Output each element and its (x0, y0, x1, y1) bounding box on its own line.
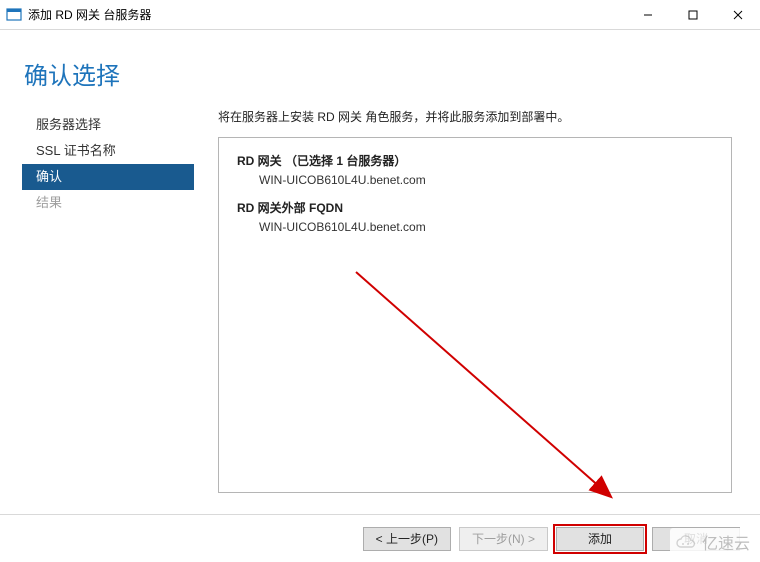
watermark-text: 亿速云 (702, 530, 750, 554)
wizard-nav: 服务器选择 SSL 证书名称 确认 结果 (22, 112, 194, 216)
nav-confirm[interactable]: 确认 (22, 164, 194, 190)
app-icon (6, 7, 22, 23)
section-title-rd-gateway: RD 网关 （已选择 1 台服务器） (237, 152, 723, 169)
content-area: 将在服务器上安装 RD 网关 角色服务，并将此服务添加到部署中。 RD 网关 （… (218, 108, 736, 493)
previous-button[interactable]: < 上一步(P) (363, 527, 451, 551)
nav-server-select[interactable]: 服务器选择 (22, 112, 194, 138)
section-value-rd-gateway: WIN-UICOB610L4U.benet.com (259, 173, 723, 187)
window-title: 添加 RD 网关 台服务器 (28, 6, 151, 23)
add-button[interactable]: 添加 (556, 527, 644, 551)
section-value-fqdn: WIN-UICOB610L4U.benet.com (259, 220, 723, 234)
minimize-button[interactable] (625, 0, 670, 30)
cloud-icon (674, 533, 698, 551)
section-title-fqdn: RD 网关外部 FQDN (237, 199, 723, 216)
button-row: < 上一步(P) 下一步(N) > 添加 取消 (0, 514, 760, 562)
summary-panel: RD 网关 （已选择 1 台服务器） WIN-UICOB610L4U.benet… (218, 137, 732, 493)
close-button[interactable] (715, 0, 760, 30)
nav-result: 结果 (22, 190, 194, 216)
title-bar: 添加 RD 网关 台服务器 (0, 0, 760, 30)
watermark: 亿速云 (670, 528, 754, 556)
next-button: 下一步(N) > (459, 527, 548, 551)
nav-ssl-cert[interactable]: SSL 证书名称 (22, 138, 194, 164)
maximize-button[interactable] (670, 0, 715, 30)
page-title: 确认选择 (24, 56, 120, 91)
intro-text: 将在服务器上安装 RD 网关 角色服务，并将此服务添加到部署中。 (218, 108, 736, 125)
